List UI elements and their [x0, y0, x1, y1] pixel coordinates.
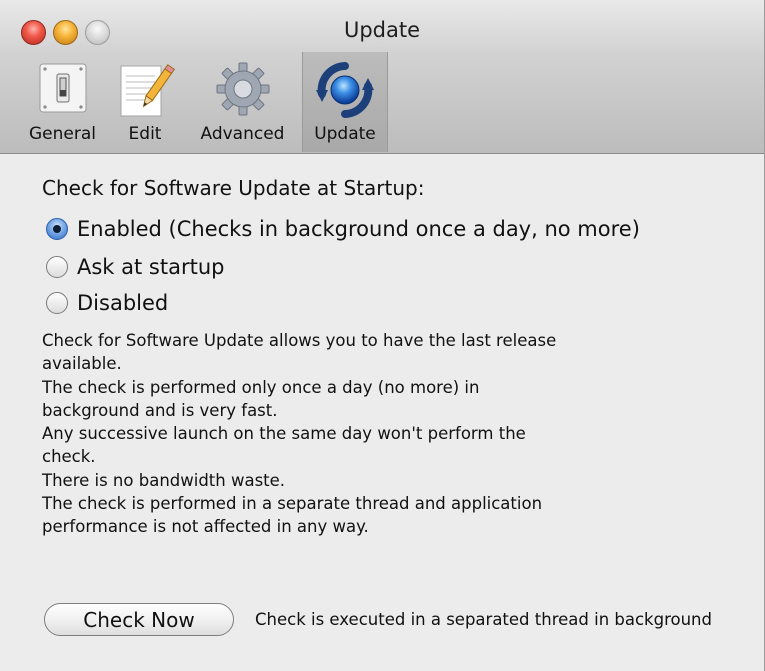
toolbar-label-advanced: Advanced [200, 124, 285, 144]
toolbar-item-general[interactable]: General [20, 52, 105, 152]
light-switch-icon [36, 60, 90, 120]
radio-label-disabled: Disabled [77, 291, 169, 315]
description-line: The check is performed in a separate thr… [42, 494, 543, 514]
update-description: Check for Software Update allows you to … [42, 329, 682, 539]
toolbar-item-advanced[interactable]: Advanced [190, 52, 295, 152]
toolbar-label-edit: Edit [128, 124, 162, 144]
description-line: Any successive launch on the same day wo… [42, 424, 526, 444]
description-line: performance is not affected in any way. [42, 517, 369, 537]
toolbar-item-edit[interactable]: Edit [115, 52, 176, 152]
check-now-note: Check is executed in a separated thread … [255, 610, 712, 629]
radio-button-ask-at-startup[interactable] [46, 256, 68, 278]
update-preferences-pane: Check for Software Update at Startup: En… [0, 154, 764, 671]
toolbar-label-update: Update [314, 124, 376, 144]
refresh-arrows-icon [314, 60, 376, 124]
toolbar-item-update[interactable]: Update [302, 52, 388, 152]
description-line: There is no bandwidth waste. [42, 470, 286, 490]
title-toolbar-area: Update General Edit Advanced Update [0, 0, 764, 154]
description-line: The check is performed only once a day (… [42, 377, 480, 397]
radio-button-enabled[interactable] [46, 218, 68, 240]
radio-label-enabled: Enabled (Checks in background once a day… [77, 217, 640, 241]
window-title: Update [343, 18, 421, 42]
description-line: available. [42, 354, 122, 374]
notepad-pencil-icon [115, 60, 176, 124]
check-now-button[interactable]: Check Now [44, 603, 234, 636]
radio-option-disabled[interactable]: Disabled [46, 291, 168, 315]
description-line: Check for Software Update allows you to … [42, 331, 557, 350]
radio-button-disabled[interactable] [46, 292, 68, 314]
startup-check-heading: Check for Software Update at Startup: [42, 176, 425, 200]
toolbar-label-general: General [29, 124, 96, 144]
radio-label-ask-at-startup: Ask at startup [77, 255, 225, 279]
description-line: background and is very fast. [42, 400, 278, 420]
gear-icon [214, 60, 272, 122]
radio-option-ask-at-startup[interactable]: Ask at startup [46, 255, 224, 279]
radio-option-enabled[interactable]: Enabled (Checks in background once a day… [46, 217, 640, 241]
preferences-window: Update General Edit Advanced Update Chec… [0, 0, 765, 671]
description-line: check. [42, 447, 96, 467]
